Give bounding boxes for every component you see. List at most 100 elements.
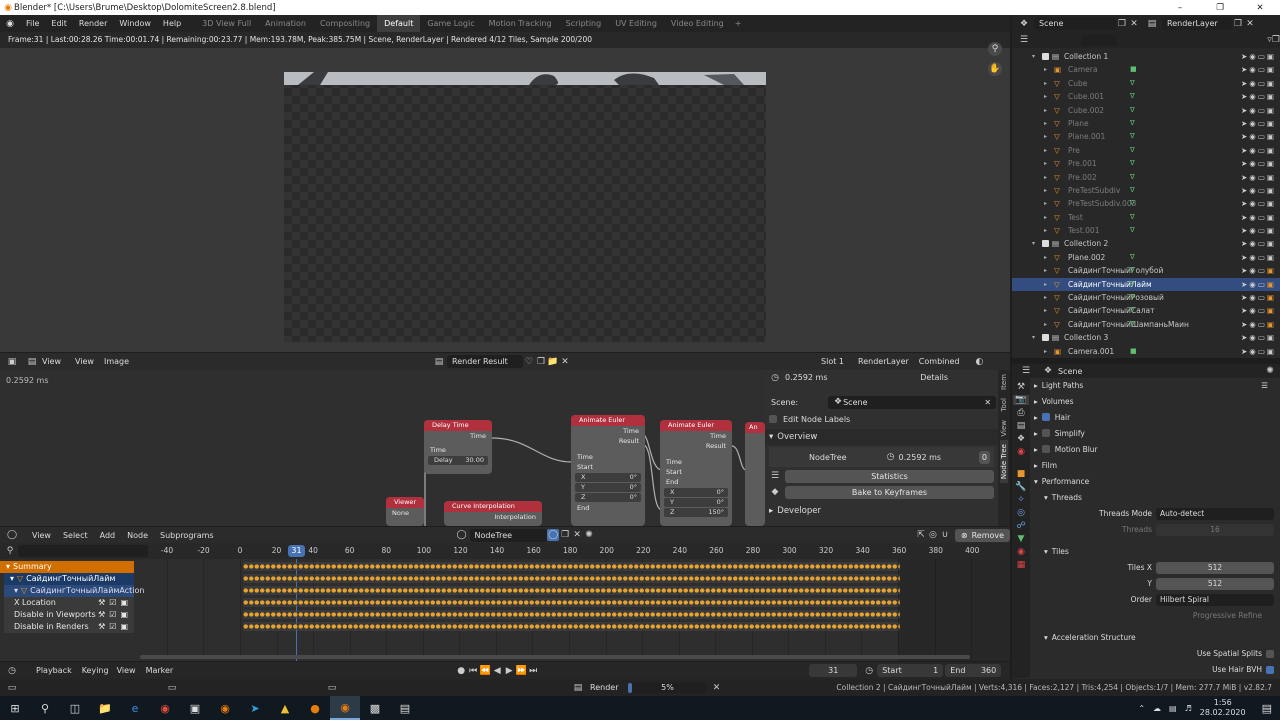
outliner-item[interactable]: ▸ ▽ PreTestSubdiv ➤◉▭▣ ∇ [1012, 184, 1280, 197]
outliner-item-name[interactable]: Test [1068, 211, 1083, 224]
channel-row[interactable]: Disable in Viewports ⚒ ☑ ▣ [4, 609, 134, 621]
node-animate-euler-3[interactable]: An [745, 422, 765, 526]
mesh-data-icon[interactable]: ∇ [1130, 213, 1139, 221]
eye-icon[interactable]: ◉ [1249, 119, 1258, 128]
eye-icon[interactable]: ◉ [1249, 92, 1258, 101]
physics-tab-icon[interactable]: ◎ [1017, 508, 1025, 518]
mesh-data-icon[interactable]: ∇ [1130, 106, 1139, 114]
chevron-down-icon[interactable]: ▾ [1044, 493, 1048, 502]
mesh-data-icon[interactable]: ∇ [1130, 159, 1139, 167]
wrench-icon[interactable]: ⚒ [98, 598, 105, 607]
render-tab-icon[interactable]: 📷 [1013, 395, 1029, 405]
outliner-item[interactable]: ▸ ▽ Pre.001 ➤◉▭▣ ∇ [1012, 157, 1280, 170]
node-delay-time[interactable]: Delay Time Time Time Delay 30.00 [424, 420, 492, 474]
material-tab-icon[interactable]: ◉ [1017, 547, 1025, 557]
chevron-down-icon[interactable]: ▾ [1034, 477, 1038, 486]
panel-title[interactable]: Film [1042, 461, 1057, 470]
chevron-right-icon[interactable]: ▸ [1034, 461, 1038, 470]
node-editor[interactable]: 0.2592 ms Delay Time Time Time Delay 30.0… [0, 370, 765, 526]
magnet-icon[interactable]: ∪ [939, 529, 951, 541]
outliner-search-input[interactable] [1082, 34, 1118, 46]
node-curve-interpolation[interactable]: Curve Interpolation Interpolation [444, 501, 542, 526]
outliner-item-name[interactable]: Plane [1068, 117, 1089, 130]
record-icon[interactable]: ● [455, 665, 467, 677]
workspace-tab-game-logic[interactable]: Game Logic [420, 15, 481, 32]
mesh-data-icon[interactable]: ∇ [1130, 226, 1139, 234]
property-value[interactable]: Hilbert Spiral [1156, 594, 1274, 606]
outliner-item-name[interactable]: Camera [1068, 63, 1097, 76]
panel-title[interactable]: Light Paths [1042, 381, 1083, 390]
panel-title[interactable]: Motion Blur [1055, 445, 1098, 454]
outliner-item-name[interactable]: Collection 3 [1064, 331, 1108, 344]
app-icon-3[interactable]: ● [300, 696, 330, 720]
workspace-tab-video-editing[interactable]: Video Editing [664, 15, 731, 32]
lock-icon[interactable]: ▣ [120, 622, 128, 631]
outliner-item[interactable]: ▸ ▽ Pre ➤◉▭▣ ∇ [1012, 144, 1280, 157]
property-checkbox[interactable] [1266, 666, 1274, 674]
eye-icon[interactable]: ◉ [1249, 106, 1258, 115]
outliner-item[interactable]: ▸ ▽ СайдингТочныйРозовый ➤◉▭▣ ∇ [1012, 291, 1280, 304]
outliner-collection[interactable]: ▾ ▤ Collection 1 ➤◉▭▣ [1012, 50, 1280, 63]
menu-view[interactable]: View [117, 666, 136, 675]
outliner-item-name[interactable]: Camera.001 [1068, 345, 1114, 358]
collection-checkbox[interactable] [1042, 240, 1049, 248]
channel-row[interactable]: ▾ ▽ СайдингТочныйЛаймAction [4, 585, 144, 597]
play-reverse-icon[interactable]: ◀ [491, 665, 503, 677]
checkbox-icon[interactable]: ☑ [109, 610, 116, 619]
new-scene-icon[interactable]: ❐ [1116, 18, 1128, 30]
open-image-icon[interactable]: 📁 [547, 356, 559, 368]
viewport-icon[interactable]: ▭ [1258, 173, 1267, 182]
outliner-item-name[interactable]: Cube.001 [1068, 90, 1104, 103]
parent-icon[interactable]: ⇱ [915, 529, 927, 541]
notifications-icon[interactable]: ▤ [1262, 702, 1272, 715]
panel-title[interactable]: Simplify [1055, 429, 1085, 438]
tray-cloud-icon[interactable]: ☁ [1153, 704, 1161, 713]
chevron-right-icon[interactable]: ▸ [1044, 278, 1047, 291]
eye-icon[interactable]: ◉ [1249, 347, 1258, 356]
eye-icon[interactable]: ◉ [1249, 213, 1258, 222]
task-view-icon[interactable]: ◫ [60, 696, 90, 720]
camera-render-icon[interactable]: ▣ [1267, 280, 1276, 289]
camera-render-icon[interactable]: ▣ [1267, 253, 1276, 262]
outliner-item[interactable]: ▸ ▽ СайдингТочныйГолубой ➤◉▭▣ ∇ [1012, 264, 1280, 277]
keyframe-row[interactable] [243, 588, 900, 593]
viewport-icon[interactable]: ▭ [1258, 106, 1267, 115]
view-layer-tab-icon[interactable]: ▤ [1017, 421, 1026, 431]
euler-y-field[interactable]: Y 0° [664, 498, 728, 507]
blender-active-icon[interactable]: ◉ [330, 696, 360, 720]
zoom-icon[interactable]: ⚲ [988, 42, 1002, 56]
menu-add[interactable]: Add [94, 531, 122, 540]
channel-row[interactable]: ▾ ▽ СайдингТочныйЛайм [4, 573, 134, 585]
chevron-down-icon[interactable]: ▾ [14, 586, 18, 595]
chevron-down-icon[interactable]: ▾ [1032, 331, 1035, 344]
outliner-item[interactable]: ▸ ▽ Test ➤◉▭▣ ∇ [1012, 211, 1280, 224]
chevron-down-icon[interactable]: ▾ [6, 562, 10, 571]
pin-icon[interactable]: ✺ [583, 529, 595, 541]
object-tab-icon[interactable]: ■ [1017, 469, 1026, 479]
camera-render-icon[interactable]: ▣ [1267, 333, 1276, 342]
menu-keying[interactable]: Keying [82, 666, 109, 675]
node-header[interactable]: Delay Time [424, 420, 492, 431]
close-window-button[interactable]: ✕ [1240, 3, 1280, 13]
scene-field[interactable]: ❖ Scene ✕ [828, 395, 997, 409]
collection-checkbox[interactable] [1042, 334, 1049, 342]
checkbox-icon[interactable]: ☑ [109, 598, 116, 607]
chevron-down-icon[interactable]: ▾ [1032, 237, 1035, 250]
chevron-right-icon[interactable]: ▸ [1044, 90, 1047, 103]
remove-layer-icon[interactable]: ✕ [1244, 18, 1256, 30]
lock-icon[interactable]: ▣ [120, 610, 128, 619]
lock-icon[interactable]: ▣ [120, 598, 128, 607]
mesh-data-icon[interactable]: ∇ [1130, 266, 1139, 274]
chevron-right-icon[interactable]: ▸ [1044, 318, 1047, 331]
eye-icon[interactable]: ◉ [1249, 79, 1258, 88]
outliner-item-name[interactable]: СайдингТочныйСалат [1068, 304, 1155, 317]
mesh-data-icon[interactable]: ∇ [1130, 253, 1139, 261]
file-explorer-icon[interactable]: 📁 [90, 696, 120, 720]
pass-dropdown[interactable]: Combined [919, 357, 960, 366]
collection-checkbox[interactable] [1042, 53, 1049, 60]
outliner-item-name[interactable]: Plane.002 [1068, 251, 1105, 264]
menu-node[interactable]: Node [121, 531, 154, 540]
search-icon[interactable]: ⚲ [30, 696, 60, 720]
renderlayer-selector[interactable]: RenderLayer [1162, 17, 1232, 30]
chrome-icon[interactable]: ◉ [150, 696, 180, 720]
